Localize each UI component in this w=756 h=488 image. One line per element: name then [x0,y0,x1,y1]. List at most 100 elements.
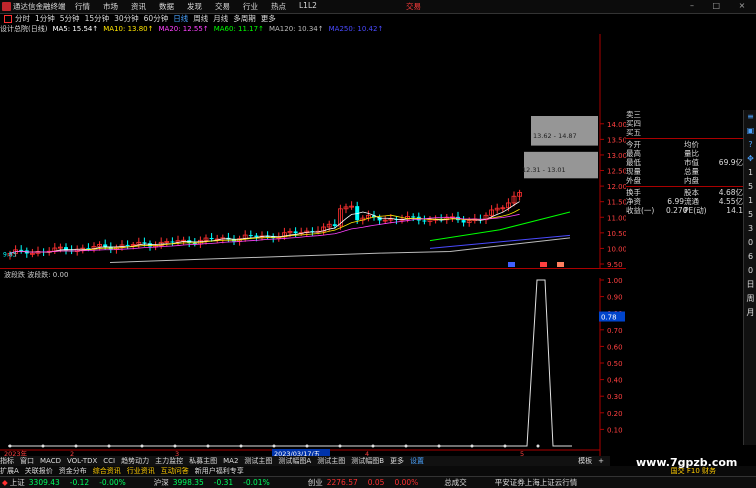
cy-index-change: 0.05 [367,478,385,487]
period-tab[interactable]: 5分钟 [60,13,80,24]
indicator-tab[interactable]: 测试主图 [317,456,345,466]
quote-row: 换手 股本 4.68亿 [626,188,743,197]
indicator-tab[interactable]: MA2 [223,457,238,465]
indicator-dot [536,444,540,448]
extension-tab[interactable]: 扩展A [0,466,19,476]
quote-value: 4.55亿 [718,197,743,206]
upper-pressure-zone [531,116,598,146]
menu-item[interactable]: 资讯 [131,1,146,12]
indicator-tab[interactable]: 测试主图 [244,456,272,466]
template-tab[interactable]: 模板 [578,456,592,466]
quote-label: 均价 [684,140,699,149]
sidebar-button[interactable]: 1 [744,194,756,208]
indicator-tab[interactable]: 测试幅图A [278,456,311,466]
candle-body-down [142,242,147,244]
menu-item[interactable]: 交易 [215,1,230,12]
indicator-chart[interactable]: 1.000.900.800.700.600.500.400.300.200.10… [0,278,626,456]
quote-value: 6.99 [667,197,684,206]
quote-row: 收益(一) 0.270 PE(动) 14.1 [626,206,743,215]
sidebar-button[interactable]: 月 [744,306,756,320]
period-tab[interactable]: 多周期 [233,13,256,24]
candle-body-down [293,231,298,234]
sidebar-button[interactable]: 5 [744,180,756,194]
sidebar-button[interactable]: 3 [744,222,756,236]
menu-item[interactable]: 行业 [243,1,258,12]
sidebar-button[interactable]: 1 [744,166,756,180]
menu-item[interactable]: 市场 [103,1,118,12]
quote-label: 今开 [626,140,641,149]
sidebar-button[interactable]: 日 [744,278,756,292]
extension-tab[interactable]: 资金分布 [59,466,87,476]
hs-index-label[interactable]: 沪深 [154,477,169,488]
indicator-tick-label: 0.30 [607,393,623,401]
total-volume-label[interactable]: 总成交 [444,477,467,488]
quote-row: 净资 6.99 流通 4.55亿 [626,197,743,206]
period-tab[interactable]: 更多 [261,13,276,24]
quote-label: 股本 [684,188,699,197]
indicator-dot [107,444,111,448]
sidebar-button[interactable]: ? [744,138,756,152]
indicator-tab[interactable]: 主力监控 [155,456,183,466]
window-controls[interactable]: – □ × [690,1,753,10]
sidebar-button[interactable]: 周 [744,292,756,306]
sidebar-button[interactable]: 6 [744,250,756,264]
indicator-tab[interactable]: 私募主图 [189,456,217,466]
indicator-tab[interactable]: CCI [103,457,115,465]
indicator-tick-label: 1.00 [607,278,623,285]
marker-icon [557,262,564,267]
price-tick-label: 11.00 [607,214,626,222]
sh-index-value: 3309.43 [28,478,60,487]
broker-name: 平安证券上海上证云行情 [494,478,578,487]
indicator-tab[interactable]: 更多 [390,456,404,466]
checkbox-icon[interactable] [4,14,12,23]
indicator-dot [41,444,45,448]
extension-tab[interactable]: 关联报价 [25,466,53,476]
indicator-tab[interactable]: 窗口 [20,456,34,466]
period-tab[interactable]: 周线 [193,13,208,24]
add-tab-button[interactable]: + [598,457,604,465]
sidebar-button[interactable]: 0 [744,236,756,250]
sidebar-button[interactable]: ▣ [744,124,756,138]
menu-item[interactable]: 数据 [159,1,174,12]
indicator-tab[interactable]: 测试幅图B [351,456,384,466]
quote-label: 外盘 [626,176,641,185]
sidebar-button[interactable]: ≡ [744,110,756,124]
extension-tab[interactable]: 互动问答 [161,466,189,476]
indicator-tab[interactable]: MACD [40,457,61,465]
menu-item[interactable]: 发现 [187,1,202,12]
period-tab[interactable]: 分时 [15,13,30,24]
settings-tab[interactable]: 设置 [410,456,424,466]
extension-tab[interactable]: 新用户福利专享 [195,466,244,476]
sh-index-label[interactable]: 上证 [10,477,25,488]
menu-item[interactable]: 热点 [271,1,286,12]
menu-item[interactable]: L1L2 [299,1,317,12]
extension-tab[interactable]: 行业资讯 [127,466,155,476]
period-tab[interactable]: 1分钟 [35,13,55,24]
indicator-tab[interactable]: 指标 [0,456,14,466]
sidebar-button[interactable]: ✥ [744,152,756,166]
indicator-dot [503,444,507,448]
period-tab[interactable]: 30分钟 [114,13,139,24]
price-tick-label: 13.50 [607,136,626,144]
ma120-label: MA120: 10.34↑ [268,25,324,33]
period-tab[interactable]: 60分钟 [144,13,169,24]
period-tab-active[interactable]: 日线 [173,13,188,24]
trade-button[interactable]: 交易 [406,1,421,12]
menu-item[interactable]: 行情 [75,1,90,12]
chart-title: 设计总院(日线) [0,25,48,33]
sidebar-button[interactable]: 0 [744,264,756,278]
indicator-tabs: 指标 窗口 MACD VOL-TDX CCI 趋势动力 主力监控 私募主图 MA… [0,456,610,466]
cy-index-label[interactable]: 创业 [308,477,323,488]
order-book-label: 卖三 [626,110,641,119]
indicator-dot [305,444,309,448]
order-book-row: 买四 [626,119,743,128]
sidebar-button[interactable]: 5 [744,208,756,222]
period-tab[interactable]: 15分钟 [85,13,110,24]
candle-body-down [248,235,253,237]
price-chart[interactable]: 13.62 - 14.87 12.31 - 13.01 14.00 13.50 13.… [0,34,626,268]
extension-tab[interactable]: 综合资讯 [93,466,121,476]
period-tab[interactable]: 月线 [213,13,228,24]
indicator-tab[interactable]: VOL-TDX [67,457,97,465]
upper-zone-label: 13.62 - 14.87 [533,132,577,140]
indicator-tab[interactable]: 趋势动力 [121,456,149,466]
